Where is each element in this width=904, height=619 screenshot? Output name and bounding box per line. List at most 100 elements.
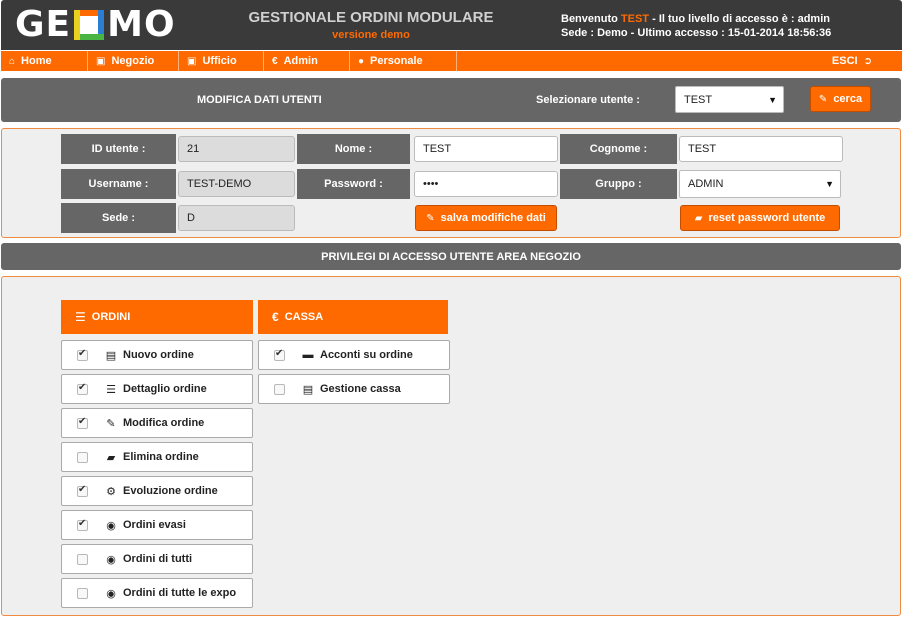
welcome-user: TEST bbox=[620, 13, 650, 25]
perm-label: Dettaglio ordine bbox=[123, 383, 207, 395]
perm-label: Acconti su ordine bbox=[320, 349, 413, 361]
nav-ufficio[interactable]: ▣ Ufficio bbox=[179, 51, 264, 71]
perm-ordini-evasi: ◉ Ordini evasi bbox=[61, 510, 253, 540]
gears-icon: ⚙ bbox=[106, 485, 116, 498]
main-nav: ⌂ Home ▣ Negozio ▣ Ufficio € Admin ● Per… bbox=[1, 51, 902, 71]
perm-label: Ordini di tutti bbox=[123, 553, 193, 565]
cash-register-icon: ▤ bbox=[302, 383, 314, 396]
cassa-title: CASSA bbox=[284, 311, 324, 323]
user-select[interactable]: TEST ▼ bbox=[675, 86, 784, 113]
perm-nuovo-ordine: ▤ Nuovo ordine bbox=[61, 340, 253, 370]
user-select-value: TEST bbox=[684, 93, 713, 106]
perm-ordini-di-tutte-le-expo: ◉ Ordini di tutte le expo bbox=[61, 578, 253, 608]
checkbox[interactable] bbox=[274, 383, 285, 395]
privileges-title: PRIVILEGI DI ACCESSO UTENTE AREA NEGOZIO bbox=[321, 250, 581, 263]
checkbox[interactable] bbox=[77, 587, 88, 599]
app-title: GESTIONALE ORDINI MODULARE bbox=[248, 9, 494, 26]
nav-personale-label: Personale bbox=[370, 55, 423, 67]
eye-icon: ◉ bbox=[106, 519, 116, 532]
checkbox[interactable] bbox=[77, 553, 88, 565]
chevron-down-icon: ▼ bbox=[768, 94, 777, 105]
surname-label: Cognome : bbox=[560, 134, 677, 164]
edit-icon: ✎ bbox=[426, 212, 435, 224]
name-field[interactable]: TEST bbox=[414, 136, 558, 162]
nav-ufficio-label: Ufficio bbox=[202, 55, 237, 67]
euro-icon: € bbox=[272, 310, 279, 324]
app-subtitle: versione demo bbox=[332, 29, 410, 41]
surname-field[interactable]: TEST bbox=[679, 136, 843, 162]
eye-icon: ◉ bbox=[106, 553, 116, 566]
logo-text-right: MO bbox=[107, 4, 176, 45]
home-icon: ⌂ bbox=[9, 55, 16, 67]
welcome-suffix: - Il tuo livello di accesso è : admin bbox=[652, 13, 830, 25]
username-label: Username : bbox=[61, 169, 176, 199]
eraser-icon: ▰ bbox=[106, 451, 116, 464]
eye-icon: ◉ bbox=[106, 587, 116, 600]
reset-password-button[interactable]: ▰ reset password utente bbox=[680, 205, 840, 231]
ordini-title: ORDINI bbox=[91, 311, 131, 323]
nav-admin-label: Admin bbox=[283, 55, 318, 67]
save-button[interactable]: ✎ salva modifiche dati bbox=[415, 205, 557, 231]
cassa-column-header: € CASSA bbox=[258, 300, 448, 334]
sign-out-icon: ➲ bbox=[863, 55, 872, 67]
store-icon: ▣ bbox=[96, 55, 106, 67]
checkbox[interactable] bbox=[77, 416, 88, 429]
password-field[interactable]: •••• bbox=[414, 171, 558, 197]
id-field: 21 bbox=[178, 136, 295, 162]
logout-label: ESCI bbox=[831, 55, 858, 67]
search-button[interactable]: ✎ cerca bbox=[810, 86, 871, 112]
office-icon: ▣ bbox=[187, 55, 197, 67]
id-label: ID utente : bbox=[61, 134, 176, 164]
search-button-label: cerca bbox=[833, 93, 863, 105]
perm-label: Evoluzione ordine bbox=[123, 485, 218, 497]
new-order-icon: ▤ bbox=[105, 349, 117, 362]
perm-label: Elimina ordine bbox=[123, 451, 199, 463]
nav-home[interactable]: ⌂ Home bbox=[1, 51, 88, 71]
perm-label: Ordini di tutte le expo bbox=[123, 587, 237, 599]
nav-personale[interactable]: ● Personale bbox=[350, 51, 457, 71]
privileges-bar: PRIVILEGI DI ACCESSO UTENTE AREA NEGOZIO bbox=[1, 243, 901, 270]
group-select-value: ADMIN bbox=[688, 178, 724, 190]
checkbox[interactable] bbox=[77, 348, 88, 361]
select-user-label: Selezionare utente : bbox=[536, 94, 640, 106]
nav-negozio-label: Negozio bbox=[111, 55, 155, 67]
site-field: D bbox=[178, 205, 295, 231]
checkbox[interactable] bbox=[77, 382, 88, 395]
site-label: Sede : bbox=[61, 203, 176, 233]
section-title: MODIFICA DATI UTENTI bbox=[197, 94, 322, 106]
edit-icon: ✎ bbox=[818, 93, 828, 105]
perm-elimina-ordine: ▰ Elimina ordine bbox=[61, 442, 253, 472]
perm-evoluzione-ordine: ⚙ Evoluzione ordine bbox=[61, 476, 253, 506]
save-button-label: salva modifiche dati bbox=[440, 212, 546, 224]
group-select[interactable]: ADMIN ▼ bbox=[679, 170, 841, 198]
euro-icon: € bbox=[272, 55, 278, 67]
app-header: GE MO GESTIONALE ORDINI MODULARE version… bbox=[1, 0, 902, 50]
user-form-panel: ID utente : 21 Nome : TEST Cognome : TES… bbox=[1, 128, 901, 238]
username-field: TEST-DEMO bbox=[178, 171, 295, 197]
nav-admin[interactable]: € Admin bbox=[264, 51, 350, 71]
eraser-icon: ▰ bbox=[694, 212, 703, 224]
perm-label: Nuovo ordine bbox=[123, 349, 194, 361]
privileges-panel: ☰ ORDINI € CASSA ▤ Nuovo ordine ☰ Dettag… bbox=[1, 276, 901, 616]
checkbox[interactable] bbox=[77, 484, 88, 497]
password-label: Password : bbox=[297, 169, 410, 199]
logout-button[interactable]: ESCI ➲ bbox=[824, 51, 902, 71]
checkbox[interactable] bbox=[77, 518, 88, 531]
chevron-down-icon: ▼ bbox=[825, 179, 834, 189]
logo-square-icon bbox=[74, 10, 105, 40]
logo: GE MO bbox=[15, 7, 176, 43]
perm-gestione-cassa: ▤ Gestione cassa bbox=[258, 374, 450, 404]
perm-dettaglio-ordine: ☰ Dettaglio ordine bbox=[61, 374, 253, 404]
perm-label: Ordini evasi bbox=[123, 519, 186, 531]
nav-negozio[interactable]: ▣ Negozio bbox=[88, 51, 179, 71]
perm-label: Gestione cassa bbox=[320, 383, 401, 395]
checkbox[interactable] bbox=[77, 451, 88, 463]
group-label: Gruppo : bbox=[560, 169, 677, 199]
reset-button-label: reset password utente bbox=[708, 212, 826, 224]
edit-icon: ✎ bbox=[106, 417, 116, 430]
perm-acconti-su-ordine: ▬ Acconti su ordine bbox=[258, 340, 450, 370]
name-label: Nome : bbox=[297, 134, 410, 164]
ordini-column-header: ☰ ORDINI bbox=[61, 300, 253, 334]
checkbox[interactable] bbox=[274, 348, 285, 361]
list-icon: ☰ bbox=[75, 310, 86, 324]
